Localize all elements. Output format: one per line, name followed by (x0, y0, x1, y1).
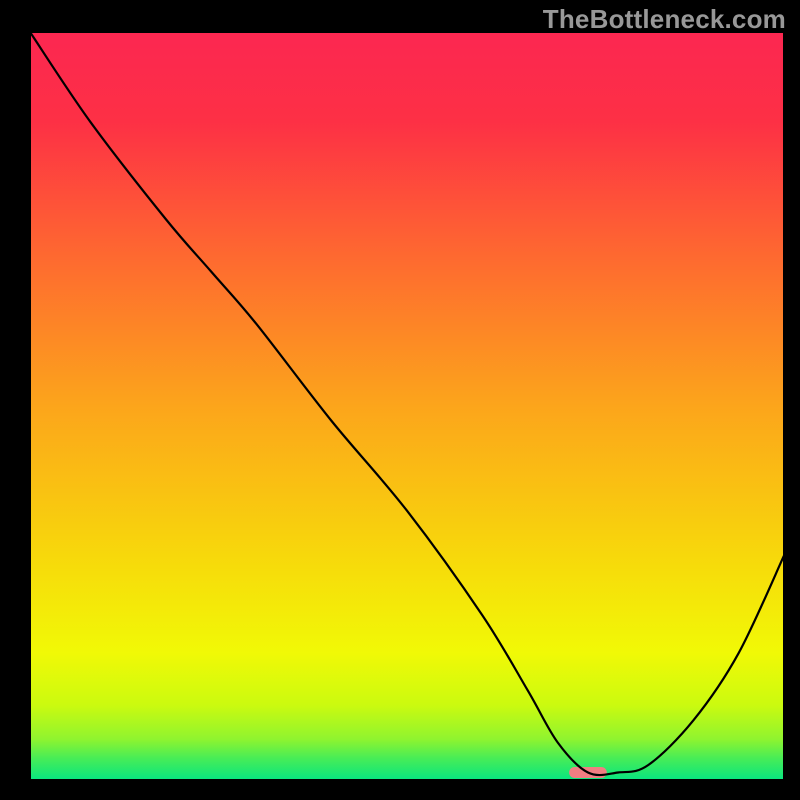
chart-frame: TheBottleneck.com (0, 0, 800, 800)
bottleneck-chart (0, 0, 800, 800)
plot-background (30, 32, 784, 780)
